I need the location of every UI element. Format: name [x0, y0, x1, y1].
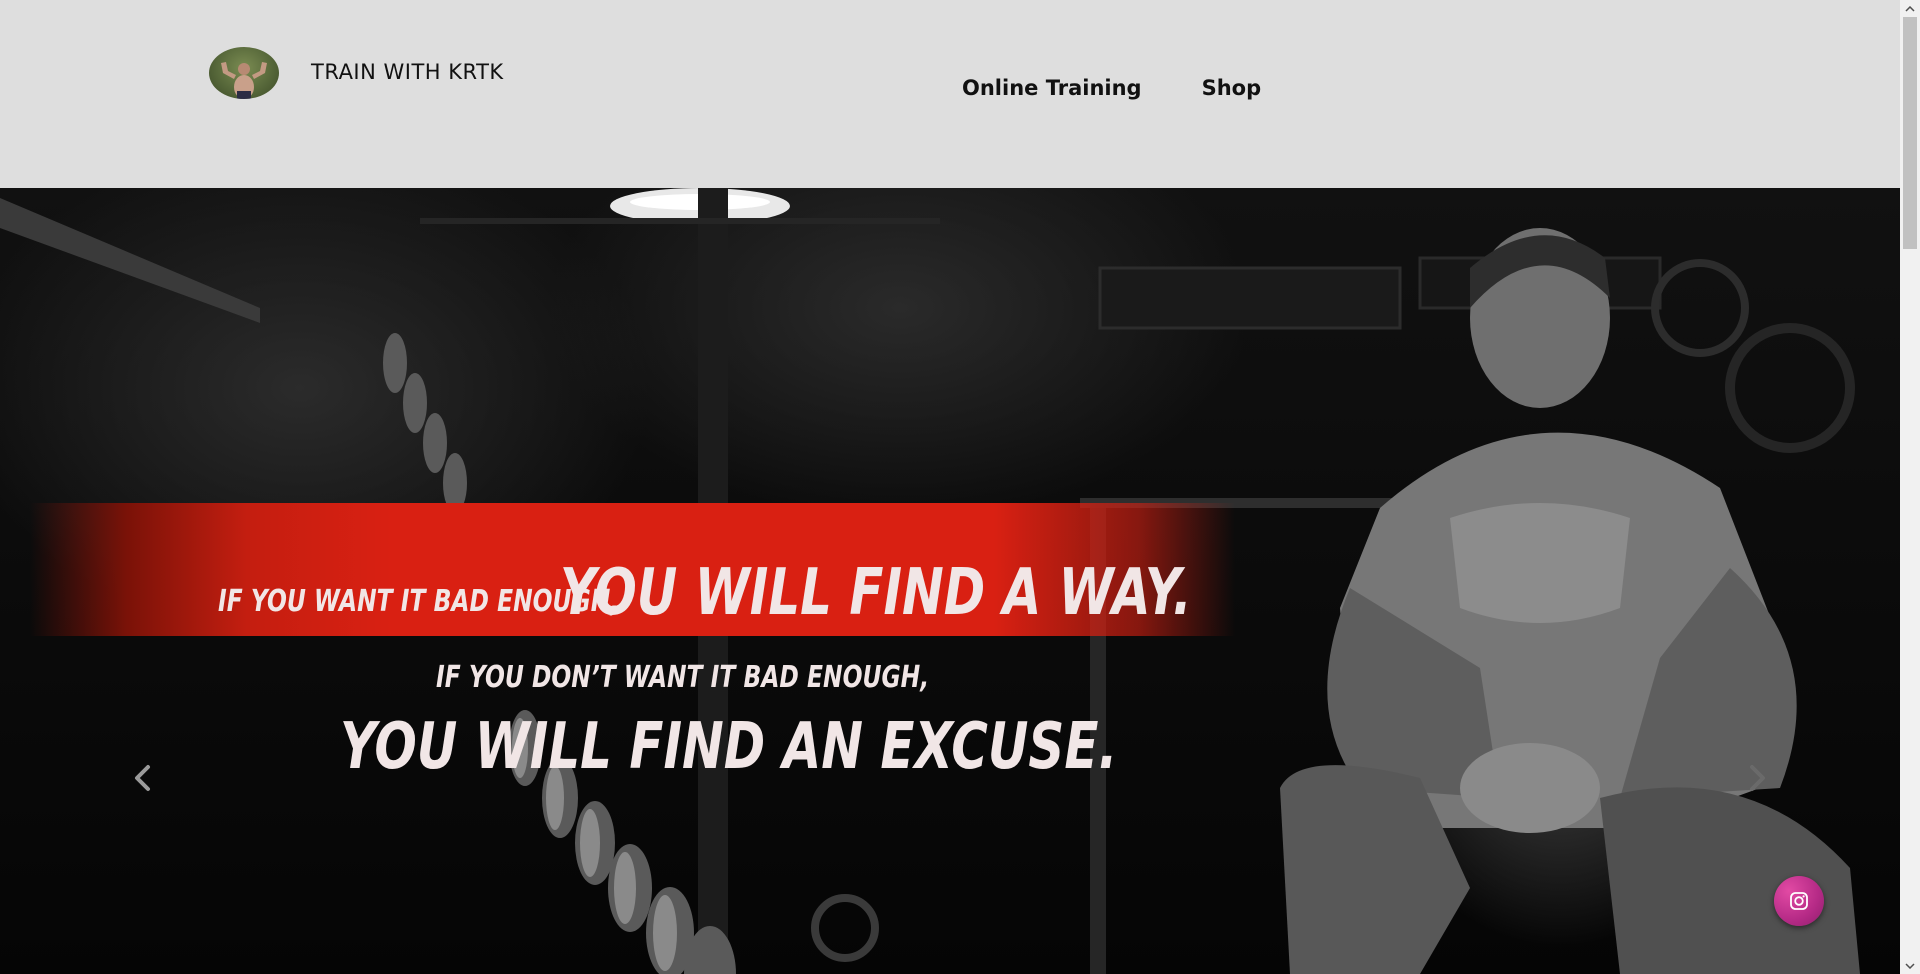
scroll-down-arrow-icon[interactable] [1900, 957, 1920, 974]
flexing-person-icon [221, 62, 267, 99]
nav-online-training[interactable]: Online Training [962, 76, 1142, 100]
athlete-figure [1280, 228, 1860, 974]
scrollbar-thumb[interactable] [1903, 17, 1917, 249]
quote-line2-small: IF YOU DON’T WANT IT BAD ENOUGH, [436, 660, 930, 695]
hero-slideshow: IF YOU WANT IT BAD ENOUGH, YOU WILL FIND… [0, 188, 1900, 974]
page: TRAIN WITH KRTK Online Training Shop IF … [0, 0, 1920, 974]
instagram-button[interactable] [1774, 876, 1824, 926]
slideshow-next-button[interactable] [1742, 763, 1772, 793]
logo-avatar[interactable] [209, 47, 279, 99]
vertical-scrollbar[interactable] [1900, 0, 1920, 974]
slideshow-prev-button[interactable] [128, 763, 158, 793]
nav-shop[interactable]: Shop [1202, 76, 1262, 100]
instagram-icon [1790, 892, 1808, 910]
chevron-right-icon [1750, 765, 1765, 791]
brand-title[interactable]: TRAIN WITH KRTK [311, 60, 504, 84]
quote-line2-large: YOU WILL FIND AN EXCUSE. [340, 710, 1118, 784]
main-nav: Online Training Shop [962, 76, 1261, 100]
chevron-left-icon [135, 765, 150, 791]
quote-line1-large: YOU WILL FIND A WAY. [560, 556, 1192, 630]
scroll-up-arrow-icon[interactable] [1900, 0, 1920, 17]
site-header: TRAIN WITH KRTK Online Training Shop [0, 0, 1900, 188]
